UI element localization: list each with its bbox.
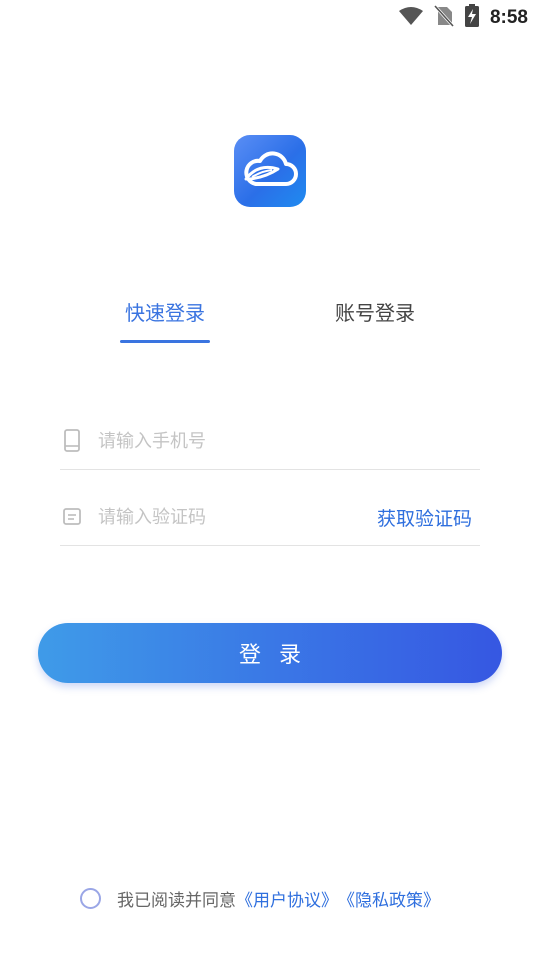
cloud-leaf-icon xyxy=(240,149,300,193)
message-icon xyxy=(62,505,82,529)
tab-active-indicator xyxy=(120,340,210,343)
agreement-text: 我已阅读并同意 xyxy=(117,890,236,911)
status-icons: 8:58 xyxy=(398,4,528,32)
tab-account-login[interactable]: 账号登录 xyxy=(330,298,420,328)
agreement-checkbox[interactable] xyxy=(80,887,101,909)
status-bar: 8:58 xyxy=(0,0,540,36)
user-agreement-link[interactable]: 《用户协议》 xyxy=(236,886,338,911)
phone-icon xyxy=(62,429,82,453)
wifi-icon xyxy=(398,6,424,30)
get-code-button[interactable]: 获取验证码 xyxy=(377,504,472,531)
status-time: 8:58 xyxy=(489,7,528,28)
login-button[interactable]: 登录 xyxy=(38,623,502,683)
code-input[interactable] xyxy=(98,502,358,532)
code-field: 获取验证码 xyxy=(60,490,480,546)
battery-charging-icon xyxy=(464,4,480,32)
phone-field xyxy=(60,414,480,470)
tab-quick-login[interactable]: 快速登录 xyxy=(120,298,210,328)
app-logo xyxy=(234,135,306,207)
login-tabs: 快速登录 账号登录 xyxy=(0,298,540,348)
no-sim-icon xyxy=(433,4,455,31)
phone-input[interactable] xyxy=(98,426,358,456)
privacy-policy-link[interactable]: 《隐私政策》 xyxy=(338,886,440,911)
agreement-row: 我已阅读并同意 《用户协议》 《隐私政策》 xyxy=(80,884,440,912)
